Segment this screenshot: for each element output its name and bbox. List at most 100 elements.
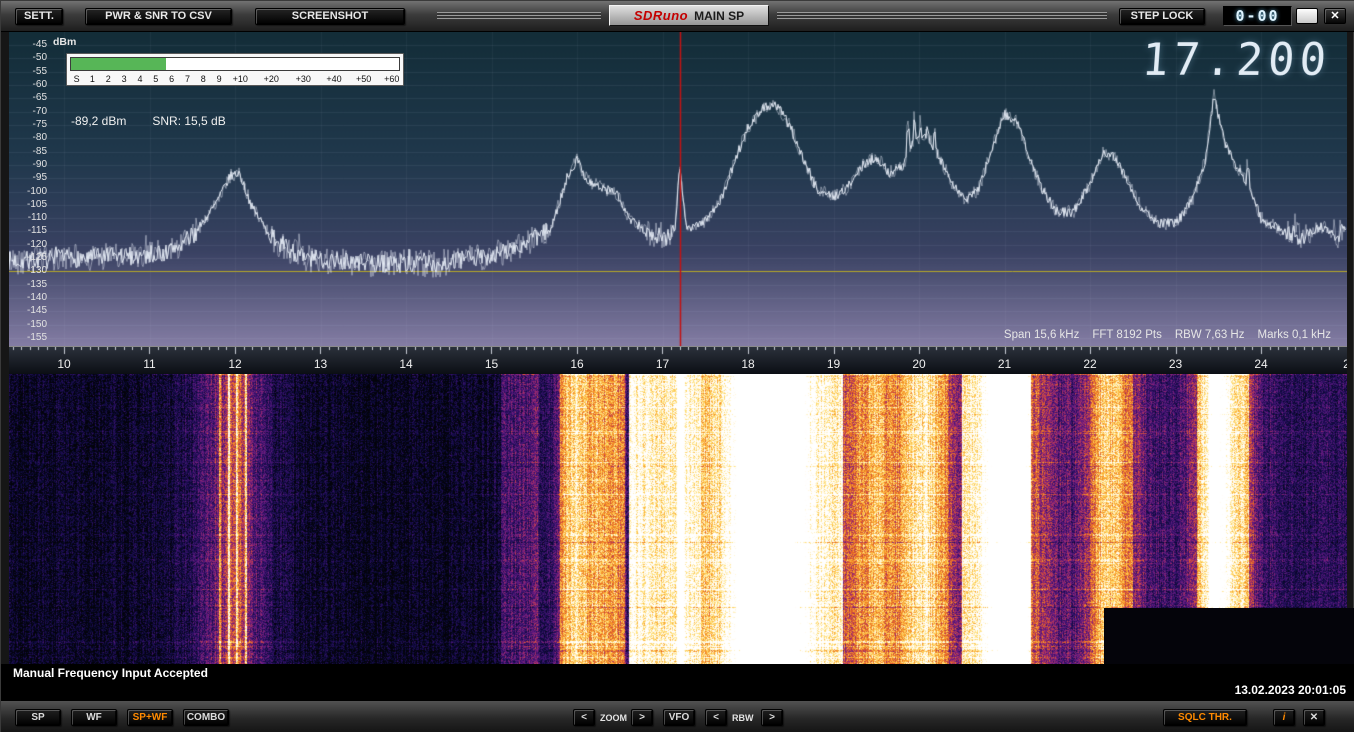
- sdruno-main-sp-window: SETT. PWR & SNR TO CSV SCREENSHOT SDRuno…: [0, 0, 1354, 732]
- freq-tick-label: 21: [998, 357, 1011, 371]
- freq-tick-label: 12: [228, 357, 241, 371]
- s-meter-scale-label: +20: [264, 73, 279, 85]
- titlebar[interactable]: SETT. PWR & SNR TO CSV SCREENSHOT SDRuno…: [1, 1, 1354, 32]
- sqlc-threshold-button[interactable]: SQLC THR.: [1163, 709, 1247, 726]
- s-meter-scale-label: 5: [153, 73, 158, 85]
- db-tick-label: -140: [9, 292, 47, 304]
- rbw-decrease-button[interactable]: <: [705, 709, 727, 726]
- window-title: SDRunoMAIN SP: [609, 5, 769, 26]
- db-tick-label: -120: [9, 239, 47, 251]
- vfo-button[interactable]: VFO: [663, 709, 695, 726]
- freq-tick-label: 17: [656, 357, 669, 371]
- rbw-increase-button[interactable]: >: [761, 709, 783, 726]
- freq-tick-label: 15: [485, 357, 498, 371]
- frequency-display: 17.200: [1140, 35, 1333, 86]
- step-lock-button[interactable]: STEP LOCK: [1119, 8, 1205, 25]
- freq-tick-label: 23: [1169, 357, 1182, 371]
- freq-tick-label: 19: [827, 357, 840, 371]
- db-tick-label: -45: [9, 39, 47, 51]
- freq-tick-label: 16: [570, 357, 583, 371]
- freq-tick-label: 18: [741, 357, 754, 371]
- s-meter-scale-label: 9: [217, 73, 222, 85]
- spectrum-panel[interactable]: dBm -45-50 -55-60-65 -70-75-80 -85-90-95 -10…: [9, 32, 1347, 346]
- s-meter-scale-label: 1: [90, 73, 95, 85]
- s-meter-scale-label: 8: [201, 73, 206, 85]
- power-readout: -89,2 dBm SNR: 15,5 dB: [71, 114, 252, 128]
- freq-tick-label: 22: [1083, 357, 1096, 371]
- db-tick-label: -75: [9, 119, 47, 131]
- freq-tick-label: 14: [399, 357, 412, 371]
- info-button[interactable]: i: [1273, 709, 1295, 726]
- freq-tick-label: 11: [143, 357, 155, 371]
- s-meter-scale-label: +50: [356, 73, 371, 85]
- db-tick-label: -60: [9, 79, 47, 91]
- power-dbm-value: -89,2 dBm: [71, 114, 126, 128]
- db-tick-label: -65: [9, 92, 47, 104]
- snr-value: SNR: 15,5 dB: [152, 114, 225, 128]
- freq-tick-label: 10: [57, 357, 70, 371]
- waterfall-blanked-region: [1104, 608, 1354, 664]
- db-tick-label: -155: [9, 332, 47, 344]
- fft-readout: FFT 8192 Pts: [1092, 329, 1161, 341]
- db-tick-label: -125: [9, 252, 47, 264]
- s-meter-scale-label: +60: [384, 73, 399, 85]
- freq-tick-label: 2: [1343, 357, 1347, 371]
- spectrum-info-readout: Span 15,6 kHz FFT 8192 Pts RBW 7,63 Hz Mark…: [991, 329, 1331, 341]
- s-meter-scale-label: 2: [106, 73, 111, 85]
- db-tick-label: -90: [9, 159, 47, 171]
- db-tick-label: -115: [9, 225, 47, 237]
- db-tick-label: -145: [9, 305, 47, 317]
- frequency-axis[interactable]: 1011121314151617181920212223242: [9, 346, 1347, 374]
- screenshot-button[interactable]: SCREENSHOT: [255, 8, 405, 25]
- s-meter-bar: [70, 57, 400, 71]
- db-tick-label: -80: [9, 132, 47, 144]
- s-meter-scale-label: S: [74, 73, 80, 85]
- db-tick-label: -85: [9, 146, 47, 158]
- status-bar: Manual Frequency Input Accepted 13.02.20…: [1, 664, 1354, 700]
- db-tick-label: -130: [9, 265, 47, 277]
- db-tick-label: -135: [9, 279, 47, 291]
- rbw-readout: RBW 7,63 Hz: [1175, 329, 1245, 341]
- rbw-label: RBW: [732, 713, 754, 723]
- db-tick-label: -150: [9, 319, 47, 331]
- close-button[interactable]: ✕: [1324, 8, 1346, 24]
- combo-mode-button[interactable]: COMBO: [183, 709, 229, 726]
- datetime-display: 13.02.2023 20:01:05: [1235, 683, 1346, 697]
- s-meter-scale-label: +30: [296, 73, 311, 85]
- s-meter-scale-label: 7: [185, 73, 190, 85]
- step-size-display: 0-00: [1223, 6, 1292, 26]
- sp-mode-button[interactable]: SP: [15, 709, 61, 726]
- s-meter-fill: [71, 58, 166, 70]
- minimize-button[interactable]: [1296, 8, 1318, 24]
- zoom-out-button[interactable]: <: [573, 709, 595, 726]
- db-tick-label: -70: [9, 106, 47, 118]
- s-meter-scale-label: 4: [137, 73, 142, 85]
- titlebar-grip-right: [777, 12, 1107, 20]
- db-tick-label: -95: [9, 172, 47, 184]
- s-meter-scale-label: +10: [233, 73, 248, 85]
- control-bar: SP WF SP+WF COMBO < ZOOM > VFO < RBW > S…: [1, 700, 1354, 732]
- settings-button[interactable]: SETT.: [15, 8, 63, 25]
- s-meter-scale-label: 3: [122, 73, 127, 85]
- titlebar-grip-left: [437, 12, 601, 20]
- pwr-snr-csv-button[interactable]: PWR & SNR TO CSV: [85, 8, 232, 25]
- db-tick-label: -55: [9, 66, 47, 78]
- db-tick-label: -100: [9, 186, 47, 198]
- close-panel-button[interactable]: ✕: [1303, 709, 1325, 726]
- dbm-axis-unit: dBm: [53, 36, 76, 48]
- zoom-label: ZOOM: [600, 713, 627, 723]
- span-readout: Span 15,6 kHz: [1004, 329, 1079, 341]
- s-meter: S123456789 +10 +20 +30 +40 +50 +60: [66, 53, 404, 86]
- freq-tick-label: 24: [1254, 357, 1267, 371]
- s-meter-scale: S123456789 +10 +20 +30 +40 +50 +60: [70, 73, 400, 85]
- app-brand: SDRuno: [634, 8, 688, 23]
- s-meter-scale-label: +40: [326, 73, 341, 85]
- s-meter-scale-label: 6: [169, 73, 174, 85]
- wf-mode-button[interactable]: WF: [71, 709, 117, 726]
- marks-readout: Marks 0,1 kHz: [1258, 329, 1332, 341]
- db-tick-label: -110: [9, 212, 47, 224]
- zoom-in-button[interactable]: >: [631, 709, 653, 726]
- sp-wf-mode-button[interactable]: SP+WF: [127, 709, 173, 726]
- db-tick-label: -50: [9, 52, 47, 64]
- freq-tick-label: 20: [912, 357, 925, 371]
